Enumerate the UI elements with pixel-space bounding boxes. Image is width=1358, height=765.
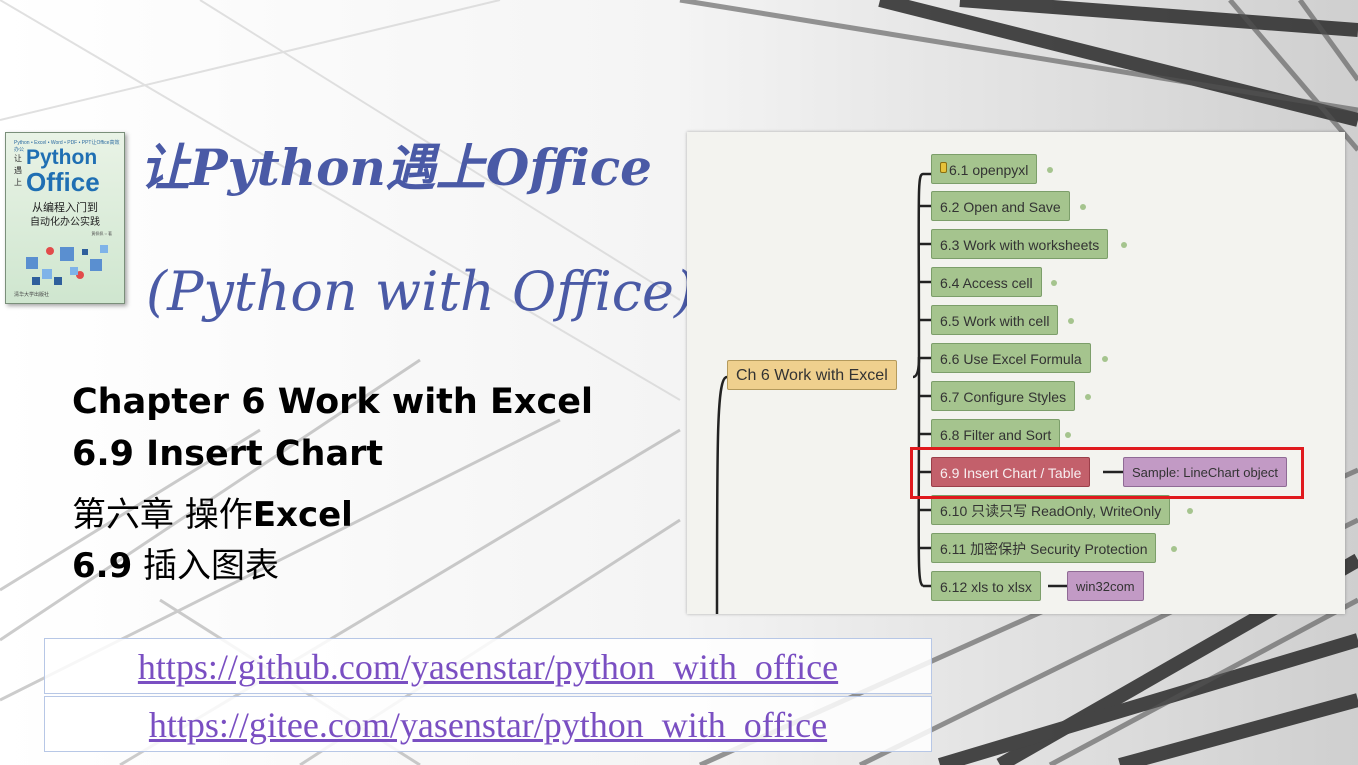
mindmap-node-6-8[interactable]: 6.8 Filter and Sort: [931, 419, 1061, 449]
book-title-python: Python: [26, 146, 98, 169]
section-title-cn: 6.9 插入图表: [72, 538, 279, 587]
mindmap-node-6-10[interactable]: 6.10 只读只写 ReadOnly, WriteOnly: [931, 495, 1171, 525]
gitee-link-box: https://gitee.com/yasenstar/python_with_…: [44, 696, 932, 752]
mindmap-node-6-4[interactable]: 6.4 Access cell: [931, 267, 1042, 297]
mindmap-node-6-2[interactable]: 6.2 Open and Save: [931, 191, 1070, 221]
chapter-title-cn-bold: Excel: [252, 495, 353, 535]
title-english: (Python with Office): [146, 260, 696, 323]
github-link-box: https://github.com/yasenstar/python_with…: [44, 638, 932, 694]
book-cover: Python • Excel • Word • PDF • PPT让Office…: [5, 132, 125, 304]
collapse-dot-icon[interactable]: [1085, 394, 1091, 400]
chapter-title: Chapter 6 Work with Excel: [72, 382, 593, 422]
collapse-dot-icon[interactable]: [1171, 546, 1177, 552]
section-title: 6.9 Insert Chart: [72, 434, 384, 474]
selection-highlight-box: [910, 447, 1304, 499]
collapse-dot-icon[interactable]: [1068, 318, 1074, 324]
book-publisher: 清华大学出版社: [14, 292, 50, 298]
mindmap-node-6-7[interactable]: 6.7 Configure Styles: [931, 381, 1076, 411]
pin-icon: [940, 162, 947, 173]
book-side-text: 让遇上: [14, 154, 22, 187]
collapse-dot-icon[interactable]: [1121, 242, 1127, 248]
book-title-office: Office: [26, 167, 100, 197]
book-illustration-icon: [26, 245, 108, 285]
collapse-dot-icon[interactable]: [1051, 280, 1057, 286]
github-link[interactable]: https://github.com/yasenstar/python_with…: [138, 647, 838, 687]
collapse-dot-icon[interactable]: [1187, 508, 1193, 514]
mindmap-node-6-6[interactable]: 6.6 Use Excel Formula: [931, 343, 1091, 373]
title-chinese: 让Python遇上Office: [140, 138, 652, 197]
mindmap-node-6-5[interactable]: 6.5 Work with cell: [931, 305, 1059, 335]
chapter-title-cn: 第六章 操作Excel: [72, 487, 353, 536]
mindmap-node-6-11[interactable]: 6.11 加密保护 Security Protection: [931, 533, 1157, 563]
mindmap-node-6-3[interactable]: 6.3 Work with worksheets: [931, 229, 1109, 259]
gitee-link[interactable]: https://gitee.com/yasenstar/python_with_…: [149, 705, 827, 745]
mindmap-panel: Ch 6 Work with Excel 6.1 openpyxl 6.2 Op…: [687, 132, 1345, 614]
mindmap-node-6-1[interactable]: 6.1 openpyxl: [931, 154, 1038, 184]
chapter-title-cn-text: 第六章 操作: [72, 495, 253, 535]
section-number: 6.9: [72, 546, 133, 586]
collapse-dot-icon[interactable]: [1102, 356, 1108, 362]
repository-links: https://github.com/yasenstar/python_with…: [44, 638, 932, 752]
collapse-dot-icon[interactable]: [1047, 167, 1053, 173]
mindmap-root-node[interactable]: Ch 6 Work with Excel: [727, 360, 897, 390]
book-subtitle-2: 自动化办公实践: [30, 217, 100, 228]
mindmap-note-win32com[interactable]: win32com: [1067, 571, 1144, 601]
collapse-dot-icon[interactable]: [1080, 204, 1086, 210]
mindmap-node-6-12[interactable]: 6.12 xls to xlsx: [931, 571, 1041, 601]
mindmap-node-6-1-label: 6.1 openpyxl: [949, 162, 1029, 178]
section-title-cn-text: 插入图表: [132, 546, 280, 586]
collapse-dot-icon[interactable]: [1065, 432, 1071, 438]
